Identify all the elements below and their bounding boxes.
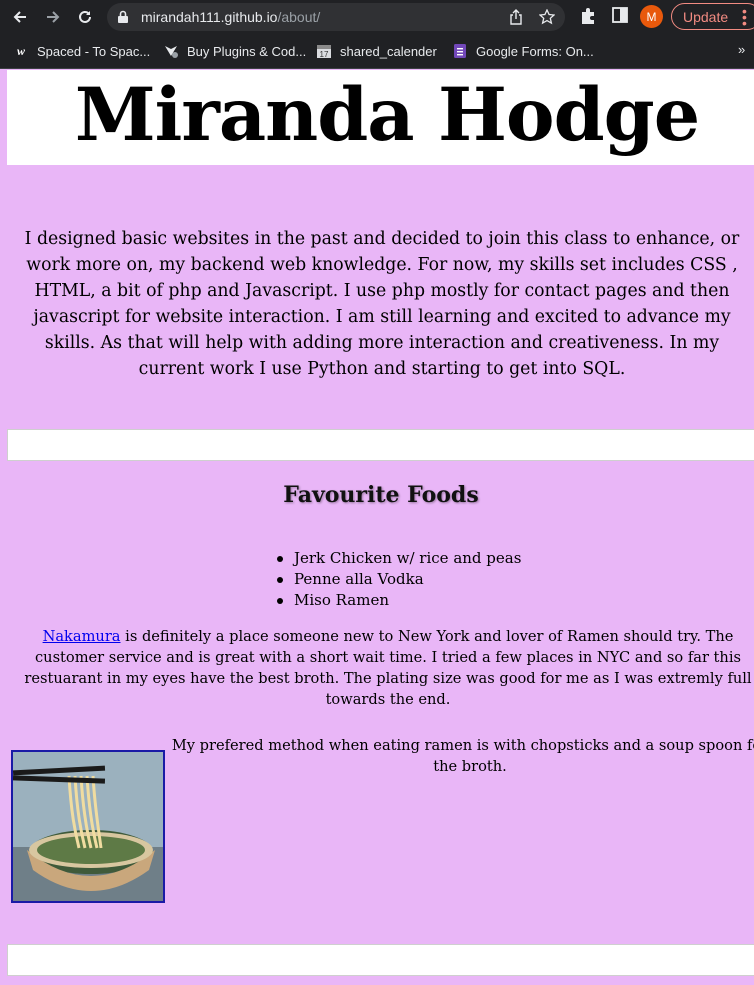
forms-icon xyxy=(452,43,468,59)
update-button[interactable]: Update • • • xyxy=(671,3,754,30)
site-title: Miranda Hodge xyxy=(74,72,700,158)
kebab-menu-icon[interactable]: • • • xyxy=(742,4,747,30)
nakamura-link[interactable]: Nakamura xyxy=(43,628,121,645)
page-content: Miranda Hodge I designed basic websites … xyxy=(0,70,754,985)
bookmark-buy-plugins[interactable]: Buy Plugins & Cod... xyxy=(163,43,306,59)
header-band: Miranda Hodge xyxy=(7,70,754,165)
svg-text:17: 17 xyxy=(320,50,329,59)
ramen-review-paragraph: Nakamura is definitely a place someone n… xyxy=(8,626,754,710)
calendar-icon: 17 xyxy=(316,43,332,59)
bookmark-label: shared_calender xyxy=(340,43,437,59)
list-item: Miso Ramen xyxy=(277,590,521,611)
ramen-photo xyxy=(11,750,165,903)
foods-list: Jerk Chicken w/ rice and peas Penne alla… xyxy=(277,548,521,611)
url-text: mirandah111.github.io/about/ xyxy=(141,9,321,25)
intro-paragraph: I designed basic websites in the past an… xyxy=(24,229,740,379)
bookmark-label: Buy Plugins & Cod... xyxy=(187,43,307,59)
more-bookmarks-chevron-icon[interactable]: » xyxy=(738,42,745,57)
section-divider xyxy=(7,429,754,461)
review-text: is definitely a place someone new to New… xyxy=(24,628,752,708)
extensions-icon[interactable] xyxy=(580,7,596,29)
bookmark-label: Google Forms: On... xyxy=(476,43,594,59)
bookmark-shared-calender[interactable]: 17 shared_calender xyxy=(316,43,437,59)
forward-arrow-icon[interactable] xyxy=(42,6,64,28)
update-label: Update xyxy=(683,8,729,25)
back-arrow-icon[interactable] xyxy=(9,6,31,28)
section-divider xyxy=(7,944,754,976)
bookmark-spaced[interactable]: w Spaced - To Spac... xyxy=(13,43,150,59)
bookmark-label: Spaced - To Spac... xyxy=(37,43,151,59)
bookmark-google-forms[interactable]: Google Forms: On... xyxy=(452,43,594,59)
list-item: Penne alla Vodka xyxy=(277,569,521,590)
side-panel-icon[interactable] xyxy=(612,7,628,27)
eating-method-paragraph: My prefered method when eating ramen is … xyxy=(171,737,754,775)
favourite-foods-heading: Favourite Foods xyxy=(283,482,479,508)
browser-toolbar: mirandah111.github.io/about/ M Update • •… xyxy=(0,0,754,34)
star-icon[interactable] xyxy=(538,8,556,29)
share-icon[interactable] xyxy=(509,9,523,29)
lock-icon xyxy=(117,9,129,28)
list-item: Jerk Chicken w/ rice and peas xyxy=(277,548,521,569)
plugin-icon xyxy=(163,43,179,59)
profile-avatar[interactable]: M xyxy=(640,5,663,28)
w-icon: w xyxy=(16,43,25,58)
bookmarks-bar: w Spaced - To Spac... Buy Plugins & Cod.… xyxy=(0,34,754,69)
reload-icon[interactable] xyxy=(74,6,96,28)
address-bar[interactable]: mirandah111.github.io/about/ xyxy=(107,3,565,31)
